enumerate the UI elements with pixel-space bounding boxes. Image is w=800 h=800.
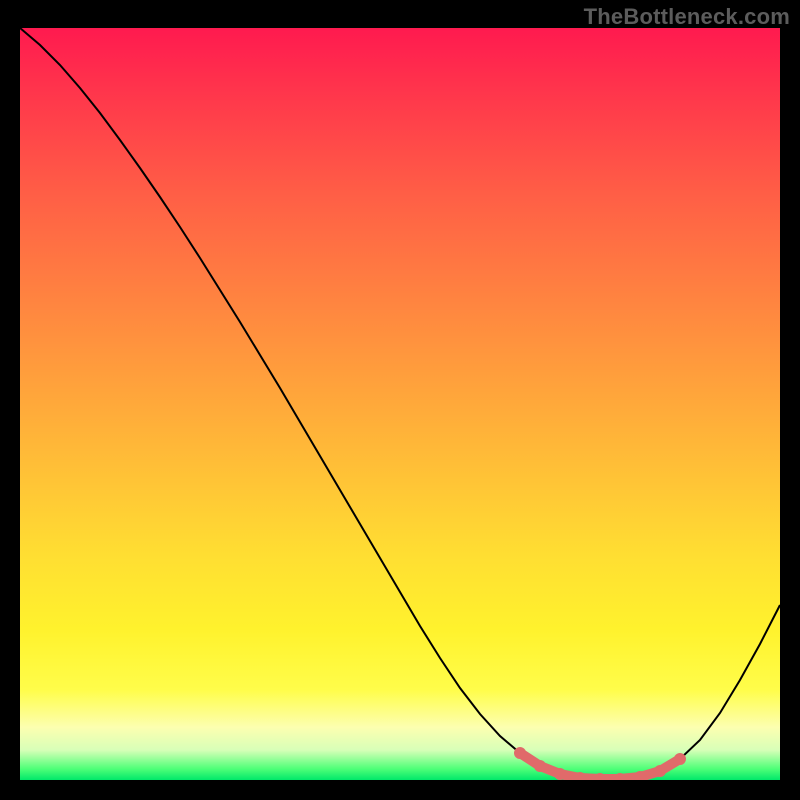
bottleneck-curve-line (20, 28, 780, 779)
watermark-text: TheBottleneck.com (584, 4, 790, 30)
bottleneck-curve-svg (20, 28, 780, 780)
optimal-zone-dot (514, 747, 526, 759)
optimal-zone-highlight (514, 747, 686, 780)
optimal-zone-dot (654, 765, 666, 777)
optimal-zone-dot (554, 768, 566, 780)
chart-frame: TheBottleneck.com (0, 0, 800, 800)
optimal-zone-dot (534, 760, 546, 772)
optimal-zone-dot (674, 753, 686, 765)
